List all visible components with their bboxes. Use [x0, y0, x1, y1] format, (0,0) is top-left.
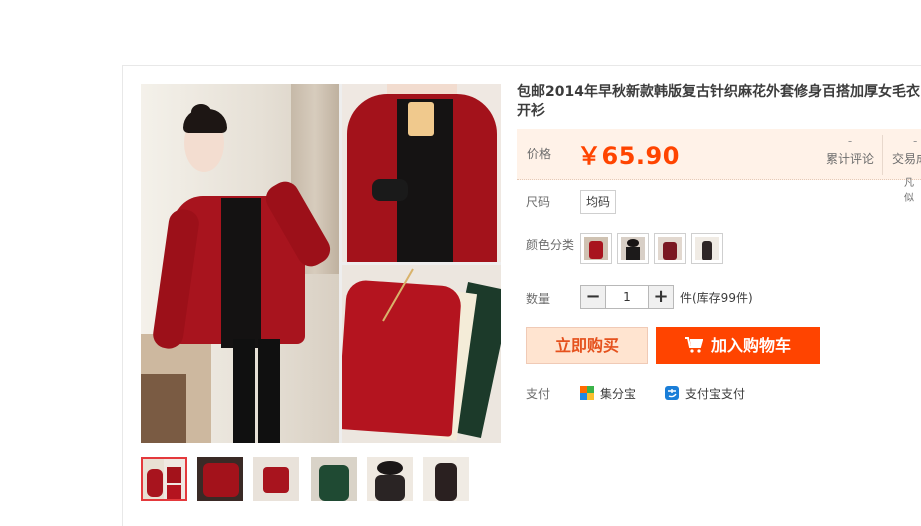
review-count-value: -	[847, 134, 853, 148]
alipay-icon	[665, 386, 679, 400]
model-photo-selfie	[342, 84, 501, 262]
color-label: 颜色分类	[526, 238, 575, 252]
add-to-cart-button[interactable]: 加入购物车	[656, 327, 820, 364]
alipay-label: 支付宝支付	[685, 387, 746, 401]
trade-count-value: -	[913, 134, 918, 148]
payment-method-jifenbao[interactable]: 集分宝	[580, 385, 636, 402]
thumbnail-5[interactable]	[367, 457, 413, 501]
thumbnail-strip	[141, 457, 471, 501]
model-photo-full	[141, 84, 339, 443]
thumbnail-4[interactable]	[311, 457, 357, 501]
quantity-increase-button[interactable]: +	[648, 285, 674, 309]
review-count-stat[interactable]: - 累计评论	[822, 133, 878, 169]
quantity-stepper: − 1 +	[580, 285, 675, 309]
price-panel: 价格 ￥65.90 - 累计评论 - 交易成	[517, 129, 921, 180]
stock-info: 件(库存99件)	[680, 291, 753, 305]
price-label: 价格	[527, 147, 552, 161]
color-swatch-2[interactable]	[617, 233, 649, 264]
trade-count-label: 交易成	[892, 152, 921, 166]
jifenbao-icon	[580, 386, 594, 400]
thumbnail-1[interactable]	[141, 457, 187, 501]
quantity-label: 数量	[526, 292, 551, 306]
color-swatch-1[interactable]	[580, 233, 612, 264]
color-swatch-4[interactable]	[691, 233, 723, 264]
thumbnail-3[interactable]	[253, 457, 299, 501]
buy-now-button[interactable]: 立即购买	[526, 327, 648, 364]
stats-overflow-text: 凡似	[904, 178, 914, 204]
size-label: 尺码	[526, 195, 551, 209]
payment-method-alipay[interactable]: 支付宝支付	[665, 385, 745, 402]
shopping-cart-icon	[684, 329, 704, 366]
product-price: ￥65.90	[577, 142, 680, 170]
trade-count-stat[interactable]: - 交易成	[889, 133, 921, 169]
thumbnail-6[interactable]	[423, 457, 469, 501]
product-title: 包邮2014年早秋新款韩版复古针织麻花外套修身百搭加厚女毛衣开衫	[517, 84, 920, 119]
jifenbao-label: 集分宝	[600, 387, 637, 401]
color-swatch-3[interactable]	[654, 233, 686, 264]
review-count-label: 累计评论	[825, 152, 874, 166]
quantity-decrease-button[interactable]: −	[580, 285, 606, 309]
quantity-input[interactable]: 1	[606, 285, 648, 309]
stat-divider	[882, 135, 883, 175]
add-to-cart-label: 加入购物车	[710, 336, 791, 355]
payment-label: 支付	[526, 387, 551, 401]
sweater-colors-photo	[342, 265, 501, 443]
main-product-image[interactable]	[141, 84, 501, 443]
size-option-onesize[interactable]: 均码	[580, 190, 617, 214]
thumbnail-2[interactable]	[197, 457, 243, 501]
